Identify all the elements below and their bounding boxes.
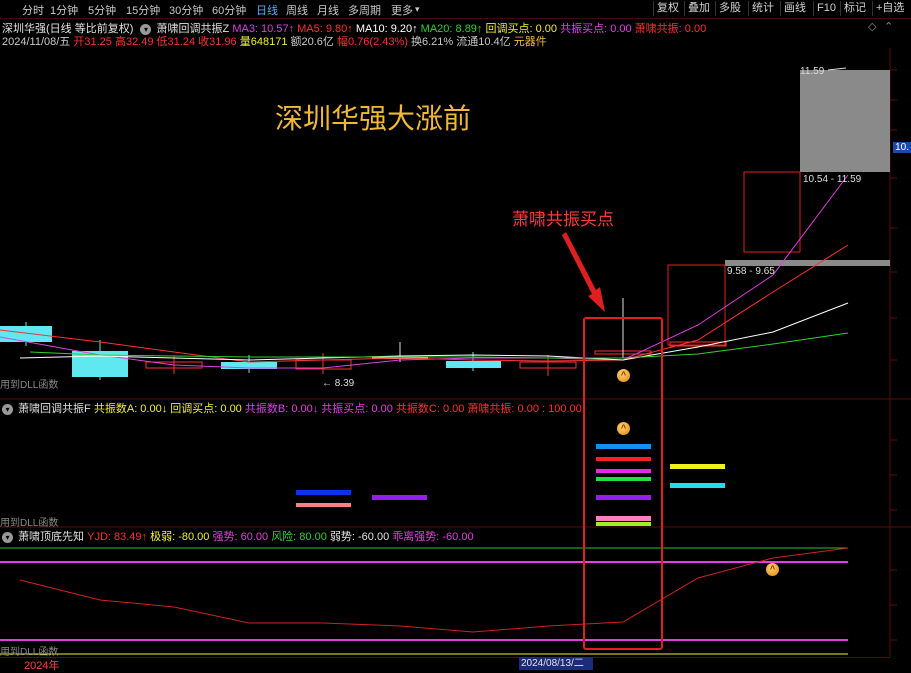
panel3-ruoshi: 弱势: -60.00	[329, 531, 390, 543]
top-price-label: 11.59	[800, 66, 825, 77]
p2-bar-cyan	[670, 483, 725, 488]
callout-arrow	[562, 232, 605, 312]
p2-bar-pink	[296, 503, 351, 507]
ma5-line	[0, 244, 849, 363]
outline-box-2	[743, 171, 801, 253]
panel3-yjd: YJD: 83.49↑	[87, 531, 148, 543]
p2-bar-purple	[372, 495, 427, 500]
panel3-jiruo: 极弱: -80.00	[150, 531, 210, 543]
dll-note-2: 用到DLL函数	[0, 518, 59, 529]
panel2-huitiao: 回调买点: 0.00	[170, 403, 242, 415]
indicator-menu-icon[interactable]: ▾	[2, 531, 13, 543]
panel2-gongzhen: 共振买点: 0.00	[321, 403, 393, 415]
dll-note-1: 用到DLL函数	[0, 380, 59, 391]
panel3-beili: 乖离强势: -60.00	[392, 531, 474, 543]
chart-title-annotation: 深圳华强大涨前	[275, 103, 472, 134]
ma3-line	[0, 174, 849, 369]
panel2-a: 共振数A: 0.00↓	[93, 403, 168, 415]
axis-ticks	[890, 69, 897, 641]
ma10-line	[19, 302, 849, 361]
panel3-indicator-name[interactable]: 萧啸顶底先知	[18, 531, 84, 543]
panel3-qiangshi: 强势: 60.00	[212, 531, 269, 543]
p2-bar-yellow	[670, 464, 725, 469]
low-price-value: 8.39	[334, 378, 355, 389]
outline-box-1	[667, 264, 726, 346]
panel2-c: 共振数C: 0.00	[395, 403, 465, 415]
target-box-fill	[800, 70, 890, 172]
axis-cursor-date: 2024/08/13/二	[519, 657, 593, 670]
axis-year: 2024年	[24, 660, 60, 672]
indicator-menu-icon[interactable]: ▾	[2, 403, 13, 415]
panel2-header: ▾ 萧啸回调共振F 共振数A: 0.00↓ 回调买点: 0.00 共振数B: 0…	[2, 402, 582, 416]
box1-label: 9.58 - 9.65	[727, 266, 775, 277]
low-price-label: ← 8.39	[322, 378, 355, 389]
dll-note-3: 用到DLL函数	[0, 647, 59, 658]
panel2-xiaoxiao: 萧啸共振: 0.00 : 100.00	[467, 403, 582, 415]
box2-label: 10.54 - 11.59	[803, 174, 862, 185]
panel3-header: ▾ 萧啸顶底先知 YJD: 83.49↑ 极弱: -80.00 强势: 60.0…	[2, 530, 474, 544]
p3-yjd-line	[19, 547, 849, 633]
panel3-fengxian: 风险: 80.00	[271, 531, 327, 543]
panel2-indicator-name[interactable]: 萧啸回调共振F	[18, 403, 91, 415]
current-price-marker: 10.	[893, 142, 911, 153]
panel2-b: 共振数B: 0.00↓	[244, 403, 319, 415]
p2-bar-blue	[296, 490, 351, 495]
top-bottom-signal-icon[interactable]: ^	[766, 563, 779, 576]
callout-annotation: 萧啸共振买点	[512, 210, 614, 229]
highlight-box	[583, 317, 663, 650]
date-axis	[0, 657, 890, 671]
top-label-arrow	[827, 67, 847, 71]
